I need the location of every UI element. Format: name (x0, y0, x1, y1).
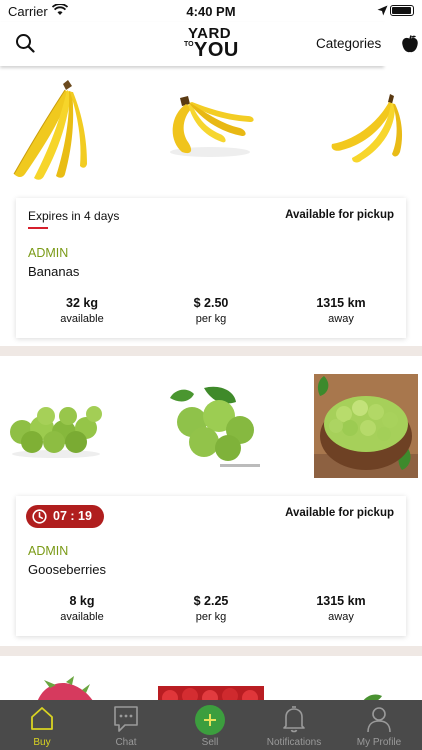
strawberries-image (158, 686, 264, 700)
listing-card[interactable]: 07 : 19 Available for pickup ADMIN Goose… (16, 496, 406, 636)
chat-icon (114, 706, 138, 732)
location-arrow-icon (377, 5, 388, 16)
tab-chat[interactable]: Chat (84, 700, 168, 750)
pickup-status: Available for pickup (285, 507, 394, 519)
quantity-stat: 32 kg available (60, 296, 104, 325)
plus-icon (195, 705, 225, 735)
clock-icon (32, 509, 47, 524)
home-icon (31, 707, 53, 730)
top-bar: YARD TO YOU Categories (0, 22, 384, 66)
expiry-label: Expires in 4 days (28, 209, 120, 223)
bottom-tab-bar: Buy Chat Sell Notifications My Profile (0, 700, 422, 750)
clock-time: 4:40 PM (186, 4, 236, 19)
tab-notifications[interactable]: Notifications (252, 700, 336, 750)
listing-card[interactable]: Expires in 4 days Available for pickup A… (16, 198, 406, 338)
search-icon[interactable] (15, 33, 35, 53)
gooseberries-pile-image (10, 406, 102, 458)
user-icon (367, 707, 391, 733)
listing-gooseberries[interactable]: 07 : 19 Available for pickup ADMIN Goose… (0, 356, 422, 656)
listing-image-row (0, 66, 422, 196)
dragonfruit-image (37, 676, 93, 700)
bell-icon (283, 706, 305, 733)
product-name: Gooseberries (28, 562, 107, 577)
fruit-icon[interactable] (400, 34, 420, 54)
distance-stat: 1315 km away (316, 594, 366, 623)
banana-pair-image (331, 94, 403, 163)
quantity-stat: 8 kg available (60, 594, 104, 623)
gooseberries-leaf-image (170, 386, 260, 467)
product-name: Bananas (28, 264, 80, 279)
price-stat: $ 2.25 per kg (193, 594, 229, 623)
listing-feed[interactable]: Expires in 4 days Available for pickup A… (0, 66, 422, 700)
distance-stat: 1315 km away (316, 296, 366, 325)
listing-partial[interactable] (0, 666, 422, 700)
battery-icon (390, 5, 414, 16)
categories-button[interactable]: Categories (316, 36, 381, 51)
fruit-leaf-image (363, 694, 382, 700)
tab-my-profile[interactable]: My Profile (336, 700, 422, 750)
banana-bunch-image (13, 80, 87, 180)
seller-name[interactable]: ADMIN (28, 544, 68, 558)
gooseberries-bowl-image (314, 374, 418, 478)
listing-image-row (0, 374, 422, 484)
price-stat: $ 2.50 per kg (193, 296, 229, 325)
tab-buy[interactable]: Buy (0, 700, 84, 750)
expiry-underline (28, 227, 48, 229)
seller-name[interactable]: ADMIN (28, 246, 68, 260)
section-divider (0, 646, 422, 656)
countdown-timer: 07 : 19 (26, 505, 104, 528)
banana-hand-image (170, 96, 254, 157)
listing-bananas[interactable]: Expires in 4 days Available for pickup A… (0, 66, 422, 356)
status-bar: Carrier 4:40 PM (0, 0, 422, 22)
tab-sell[interactable]: Sell (168, 700, 252, 750)
app-logo: YARD TO YOU (184, 25, 239, 61)
section-divider (0, 346, 422, 356)
pickup-status: Available for pickup (285, 209, 394, 221)
